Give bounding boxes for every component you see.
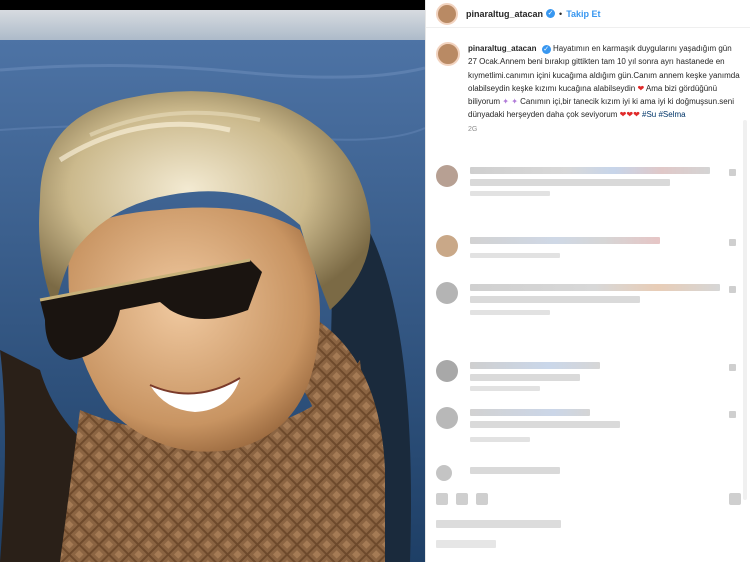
blurred-comment-text [470, 179, 670, 186]
caption-username[interactable]: pinaraltug_atacan [468, 44, 536, 53]
heart-icon: ❤ [637, 83, 645, 93]
post-photo[interactable] [0, 10, 425, 562]
comment-item[interactable] [436, 465, 736, 495]
likes-count-blurred[interactable] [436, 520, 561, 528]
post-header: pinaraltug_atacan ✓ • Takip Et [426, 0, 750, 28]
save-icon[interactable] [729, 493, 741, 505]
comment-meta [470, 253, 560, 258]
blurred-comment-text [470, 421, 620, 428]
instagram-post-screenshot: pinaraltug_atacan ✓ • Takip Et pinaraltu… [0, 0, 750, 562]
comment-avatar[interactable] [436, 407, 458, 429]
verified-badge-icon: ✓ [541, 45, 551, 54]
comment-avatar[interactable] [436, 165, 458, 187]
comment-avatar[interactable] [436, 360, 458, 382]
post-date-blurred [436, 540, 496, 548]
share-icon[interactable] [476, 493, 488, 505]
heart-icon: ❤❤❤ [619, 110, 640, 120]
comment-item[interactable] [436, 282, 736, 315]
photo-illustration [0, 10, 425, 562]
comment-avatar[interactable] [436, 235, 458, 257]
comment-meta [470, 386, 540, 391]
header-username[interactable]: pinaraltug_atacan [466, 9, 543, 19]
like-icon[interactable] [436, 493, 448, 505]
blurred-comment-text [470, 362, 600, 369]
like-icon[interactable] [729, 169, 736, 176]
comment-meta [470, 437, 530, 442]
comment-meta [470, 310, 550, 315]
blurred-comment-text [470, 374, 580, 381]
hashtag-su[interactable]: #Su [642, 110, 656, 119]
post-caption: pinaraltug_atacan ✓ Hayatımın en karmaşı… [436, 42, 741, 136]
profile-avatar[interactable] [436, 2, 458, 25]
comment-icon[interactable] [456, 493, 468, 505]
blurred-comment-text [470, 467, 560, 474]
header-separator: • [559, 8, 563, 19]
top-black-bar [0, 0, 425, 10]
like-icon[interactable] [729, 364, 736, 371]
like-icon[interactable] [729, 239, 736, 246]
comment-item[interactable] [436, 165, 736, 196]
comment-meta [470, 191, 550, 196]
follow-button[interactable]: Takip Et [566, 9, 600, 19]
like-icon[interactable] [729, 411, 736, 418]
hashtag-selma[interactable]: #Selma [658, 110, 685, 119]
verified-badge-icon: ✓ [546, 9, 556, 18]
like-icon[interactable] [729, 286, 736, 293]
blurred-comment-text [470, 167, 710, 174]
comment-item[interactable] [436, 407, 736, 442]
caption-avatar[interactable] [436, 42, 460, 66]
blurred-comment-text [470, 409, 590, 416]
caption-text: pinaraltug_atacan ✓ Hayatımın en karmaşı… [468, 42, 740, 136]
comment-item[interactable] [436, 235, 736, 265]
blurred-comment-text [470, 284, 720, 291]
post-time: 2G [468, 125, 478, 133]
comments-scrollbar[interactable] [743, 120, 747, 500]
blurred-comment-text [470, 296, 640, 303]
comment-item[interactable] [436, 360, 736, 391]
blurred-comment-text [470, 237, 660, 244]
sparkles-icon: ✦ [502, 97, 509, 107]
sparkles-icon: ✦ [511, 97, 518, 107]
post-actions [436, 493, 741, 507]
post-side-panel: pinaraltug_atacan ✓ • Takip Et pinaraltu… [425, 0, 750, 562]
comment-avatar[interactable] [436, 282, 458, 304]
comment-avatar[interactable] [436, 465, 452, 481]
